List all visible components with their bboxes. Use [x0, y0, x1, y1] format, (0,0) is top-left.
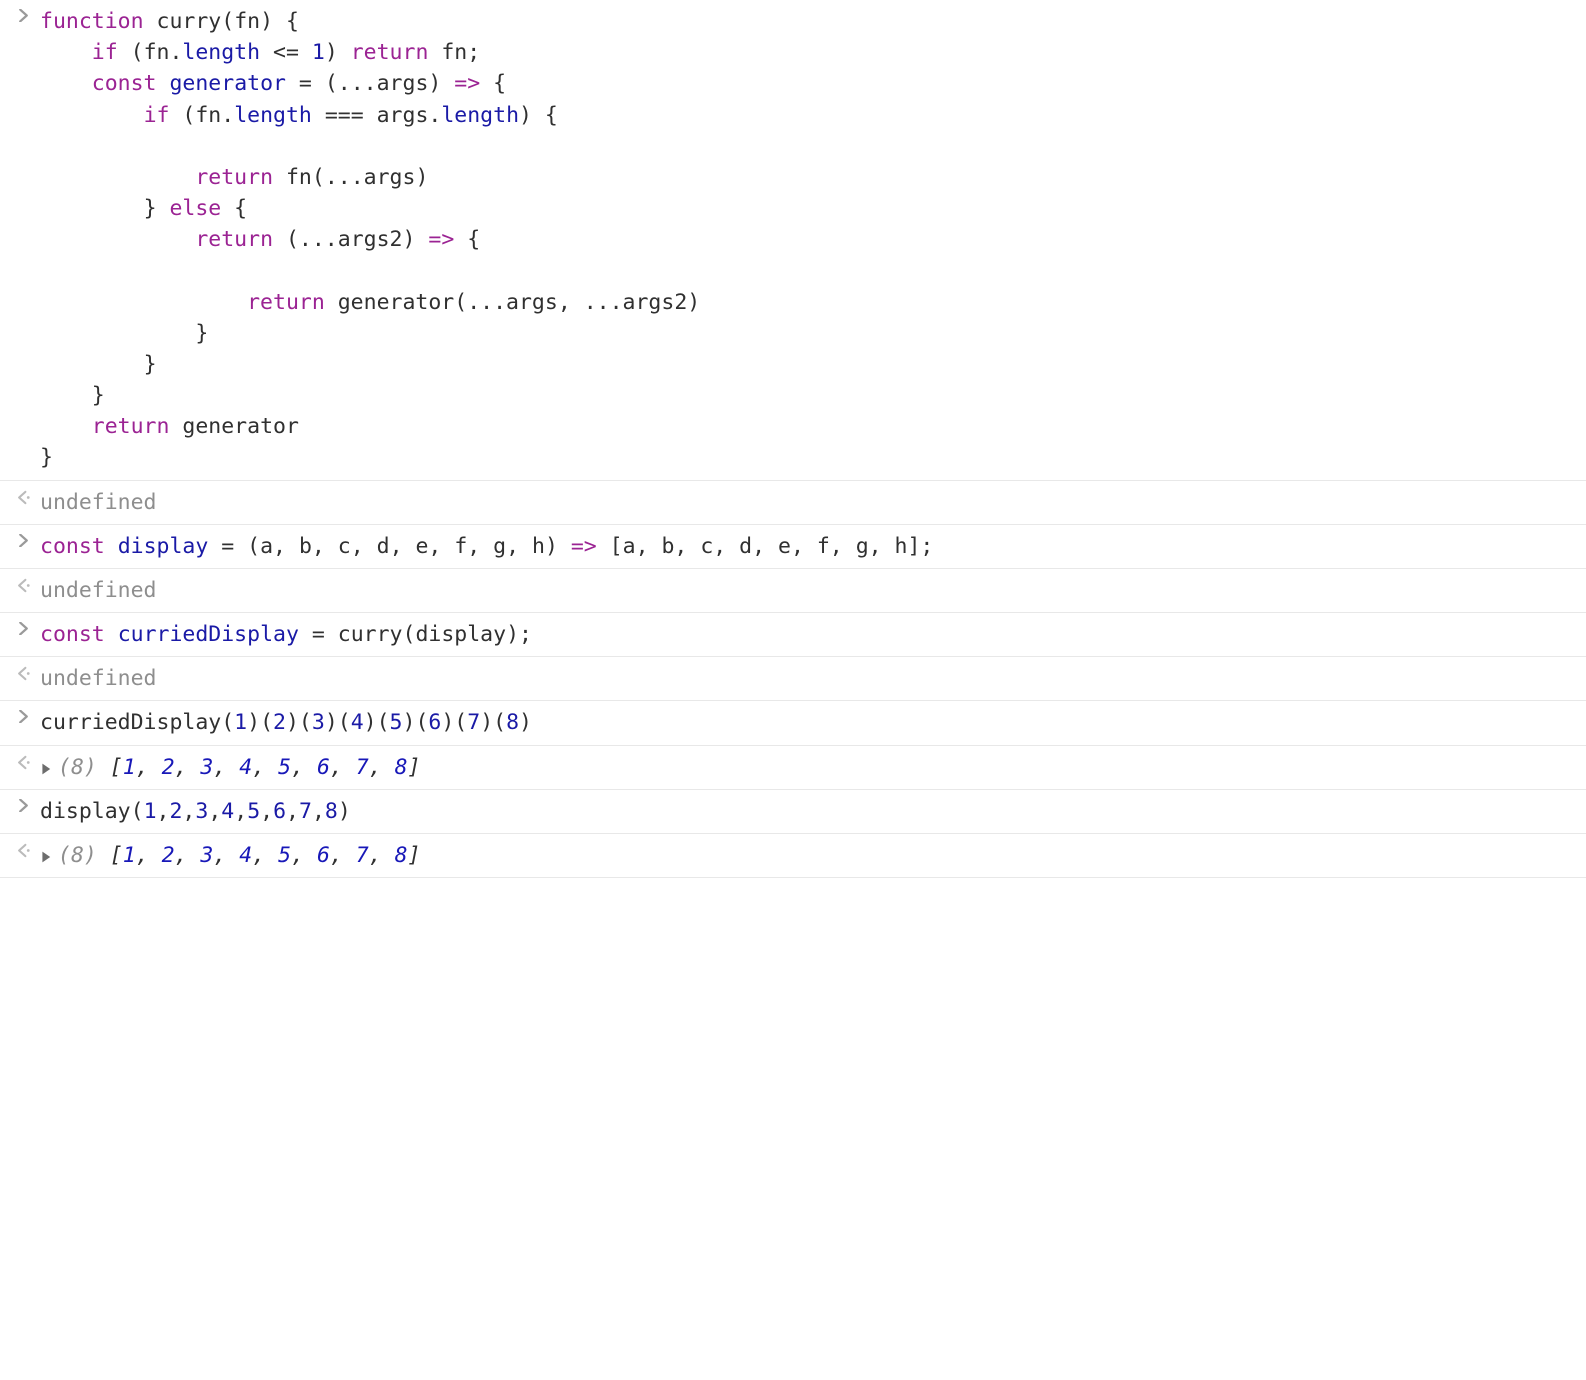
- console-result-entry[interactable]: undefined: [0, 481, 1586, 525]
- chevron-right-icon: [17, 9, 30, 22]
- result-arrow-icon: [16, 843, 31, 858]
- undefined-result: undefined: [40, 578, 157, 603]
- console-result-entry[interactable]: undefined: [0, 657, 1586, 701]
- input-prompt-icon: [6, 531, 40, 547]
- result-prompt-icon: [6, 752, 40, 770]
- array-preview[interactable]: [1, 2, 3, 4, 5, 6, 7, 8]: [110, 755, 421, 780]
- undefined-result: undefined: [40, 490, 157, 515]
- expand-toggle[interactable]: [40, 851, 52, 863]
- result-arrow-icon: [16, 755, 31, 770]
- devtools-console: function curry(fn) { if (fn.length <= 1)…: [0, 0, 1586, 878]
- input-prompt-icon: [6, 6, 40, 22]
- array-preview[interactable]: [1, 2, 3, 4, 5, 6, 7, 8]: [110, 843, 421, 868]
- console-code[interactable]: const curriedDisplay = curry(display);: [40, 619, 1576, 650]
- input-prompt-icon: [6, 707, 40, 723]
- result-prompt-icon: [6, 575, 40, 593]
- console-result-entry[interactable]: (8) [1, 2, 3, 4, 5, 6, 7, 8]: [0, 746, 1586, 790]
- console-code[interactable]: const display = (a, b, c, d, e, f, g, h)…: [40, 531, 1576, 562]
- expand-collapsed-icon: [40, 763, 52, 775]
- array-length-meta: (8): [58, 755, 110, 780]
- chevron-right-icon: [17, 622, 30, 635]
- console-input-entry[interactable]: display(1,2,3,4,5,6,7,8): [0, 790, 1586, 834]
- result-prompt-icon: [6, 663, 40, 681]
- chevron-right-icon: [17, 799, 30, 812]
- console-input-entry[interactable]: function curry(fn) { if (fn.length <= 1)…: [0, 0, 1586, 481]
- console-input-entry[interactable]: const curriedDisplay = curry(display);: [0, 613, 1586, 657]
- input-prompt-icon: [6, 619, 40, 635]
- result-arrow-icon: [16, 490, 31, 505]
- input-prompt-icon: [6, 796, 40, 812]
- console-result-value: undefined: [40, 487, 1576, 518]
- result-prompt-icon: [6, 840, 40, 858]
- console-result-entry[interactable]: undefined: [0, 569, 1586, 613]
- console-result-entry[interactable]: (8) [1, 2, 3, 4, 5, 6, 7, 8]: [0, 834, 1586, 878]
- console-result-value: (8) [1, 2, 3, 4, 5, 6, 7, 8]: [40, 752, 1576, 783]
- array-length-meta: (8): [58, 843, 110, 868]
- result-arrow-icon: [16, 666, 31, 681]
- console-code[interactable]: display(1,2,3,4,5,6,7,8): [40, 796, 1576, 827]
- chevron-right-icon: [17, 534, 30, 547]
- console-input-entry[interactable]: const display = (a, b, c, d, e, f, g, h)…: [0, 525, 1586, 569]
- expand-collapsed-icon: [40, 851, 52, 863]
- expand-toggle[interactable]: [40, 763, 52, 775]
- result-prompt-icon: [6, 487, 40, 505]
- undefined-result: undefined: [40, 666, 157, 691]
- console-result-value: undefined: [40, 575, 1576, 606]
- console-result-value: (8) [1, 2, 3, 4, 5, 6, 7, 8]: [40, 840, 1576, 871]
- result-arrow-icon: [16, 578, 31, 593]
- console-result-value: undefined: [40, 663, 1576, 694]
- console-code[interactable]: function curry(fn) { if (fn.length <= 1)…: [40, 6, 1576, 474]
- console-code[interactable]: curriedDisplay(1)(2)(3)(4)(5)(6)(7)(8): [40, 707, 1576, 738]
- console-input-entry[interactable]: curriedDisplay(1)(2)(3)(4)(5)(6)(7)(8): [0, 701, 1586, 745]
- chevron-right-icon: [17, 710, 30, 723]
